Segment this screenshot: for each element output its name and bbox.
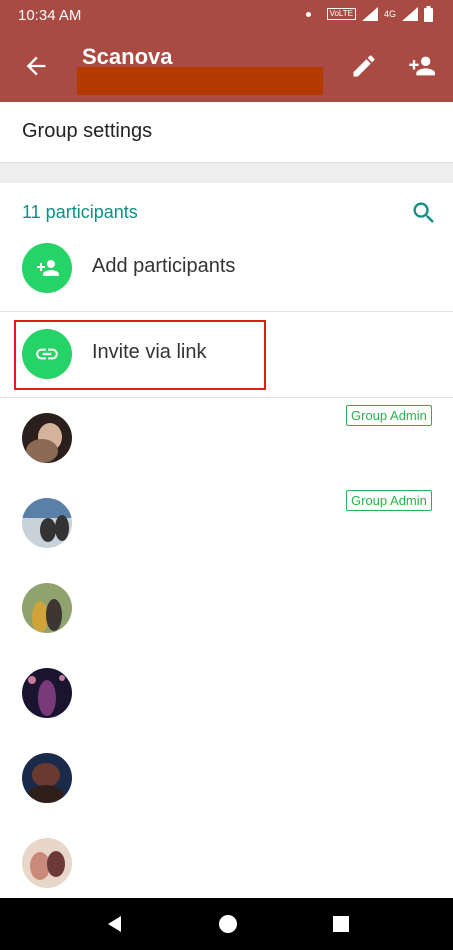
add-participants-label: Add participants <box>92 255 236 277</box>
group-settings-row[interactable]: Group settings <box>0 102 453 163</box>
volte-icon: VoLTE <box>326 8 356 20</box>
battery-icon <box>424 6 433 22</box>
group-settings-label: Group settings <box>22 120 153 142</box>
add-person-icon <box>37 260 59 276</box>
avatar[interactable] <box>22 498 72 548</box>
app-bar: Scanova <box>0 30 453 102</box>
member-row-4[interactable] <box>0 652 453 737</box>
back-arrow-icon[interactable] <box>22 52 50 80</box>
section-gap <box>0 163 453 183</box>
nav-back-button[interactable] <box>100 910 130 938</box>
signal-icon-2 <box>402 7 418 21</box>
member-row-3[interactable] <box>0 567 453 652</box>
participants-count: 11 participants <box>22 202 138 222</box>
triangle-back-icon <box>108 916 121 932</box>
avatar-photo <box>22 668 72 718</box>
member-row-6[interactable] <box>0 822 453 907</box>
avatar-photo <box>22 753 72 803</box>
add-participant-icon[interactable] <box>404 52 438 80</box>
avatar[interactable] <box>22 838 72 888</box>
redacted-subtitle <box>77 67 323 95</box>
system-nav-bar <box>0 898 453 950</box>
nav-recents-button[interactable] <box>326 910 356 938</box>
avatar-photo <box>22 413 72 463</box>
avatar[interactable] <box>22 413 72 463</box>
signal-icon <box>361 7 378 21</box>
highlight-box <box>14 320 266 390</box>
group-admin-badge: Group Admin <box>346 405 432 426</box>
nav-home-button[interactable] <box>213 910 243 938</box>
status-bar: 10:34 AM VoLTE 4G <box>0 0 453 30</box>
status-time: 10:34 AM <box>18 7 82 24</box>
avatar[interactable] <box>22 753 72 803</box>
avatar-photo <box>22 583 72 633</box>
member-row-2[interactable]: Group Admin <box>0 482 453 567</box>
square-recents-icon <box>333 916 349 932</box>
notification-dot-icon <box>305 11 311 17</box>
member-row-1[interactable]: Group Admin <box>0 397 453 482</box>
avatar[interactable] <box>22 668 72 718</box>
network-type-label: 4G <box>383 9 396 19</box>
avatar[interactable] <box>22 583 72 633</box>
add-participants-row[interactable]: Add participants <box>0 225 453 311</box>
search-icon[interactable] <box>410 199 438 227</box>
avatar-photo <box>22 838 72 888</box>
edit-pencil-icon[interactable] <box>350 52 378 80</box>
group-admin-badge: Group Admin <box>346 490 432 511</box>
avatar-photo <box>22 498 72 548</box>
circle-home-icon <box>219 915 237 933</box>
add-participants-circle <box>22 243 72 293</box>
member-row-5[interactable] <box>0 737 453 822</box>
status-icons: VoLTE 4G <box>305 6 433 22</box>
